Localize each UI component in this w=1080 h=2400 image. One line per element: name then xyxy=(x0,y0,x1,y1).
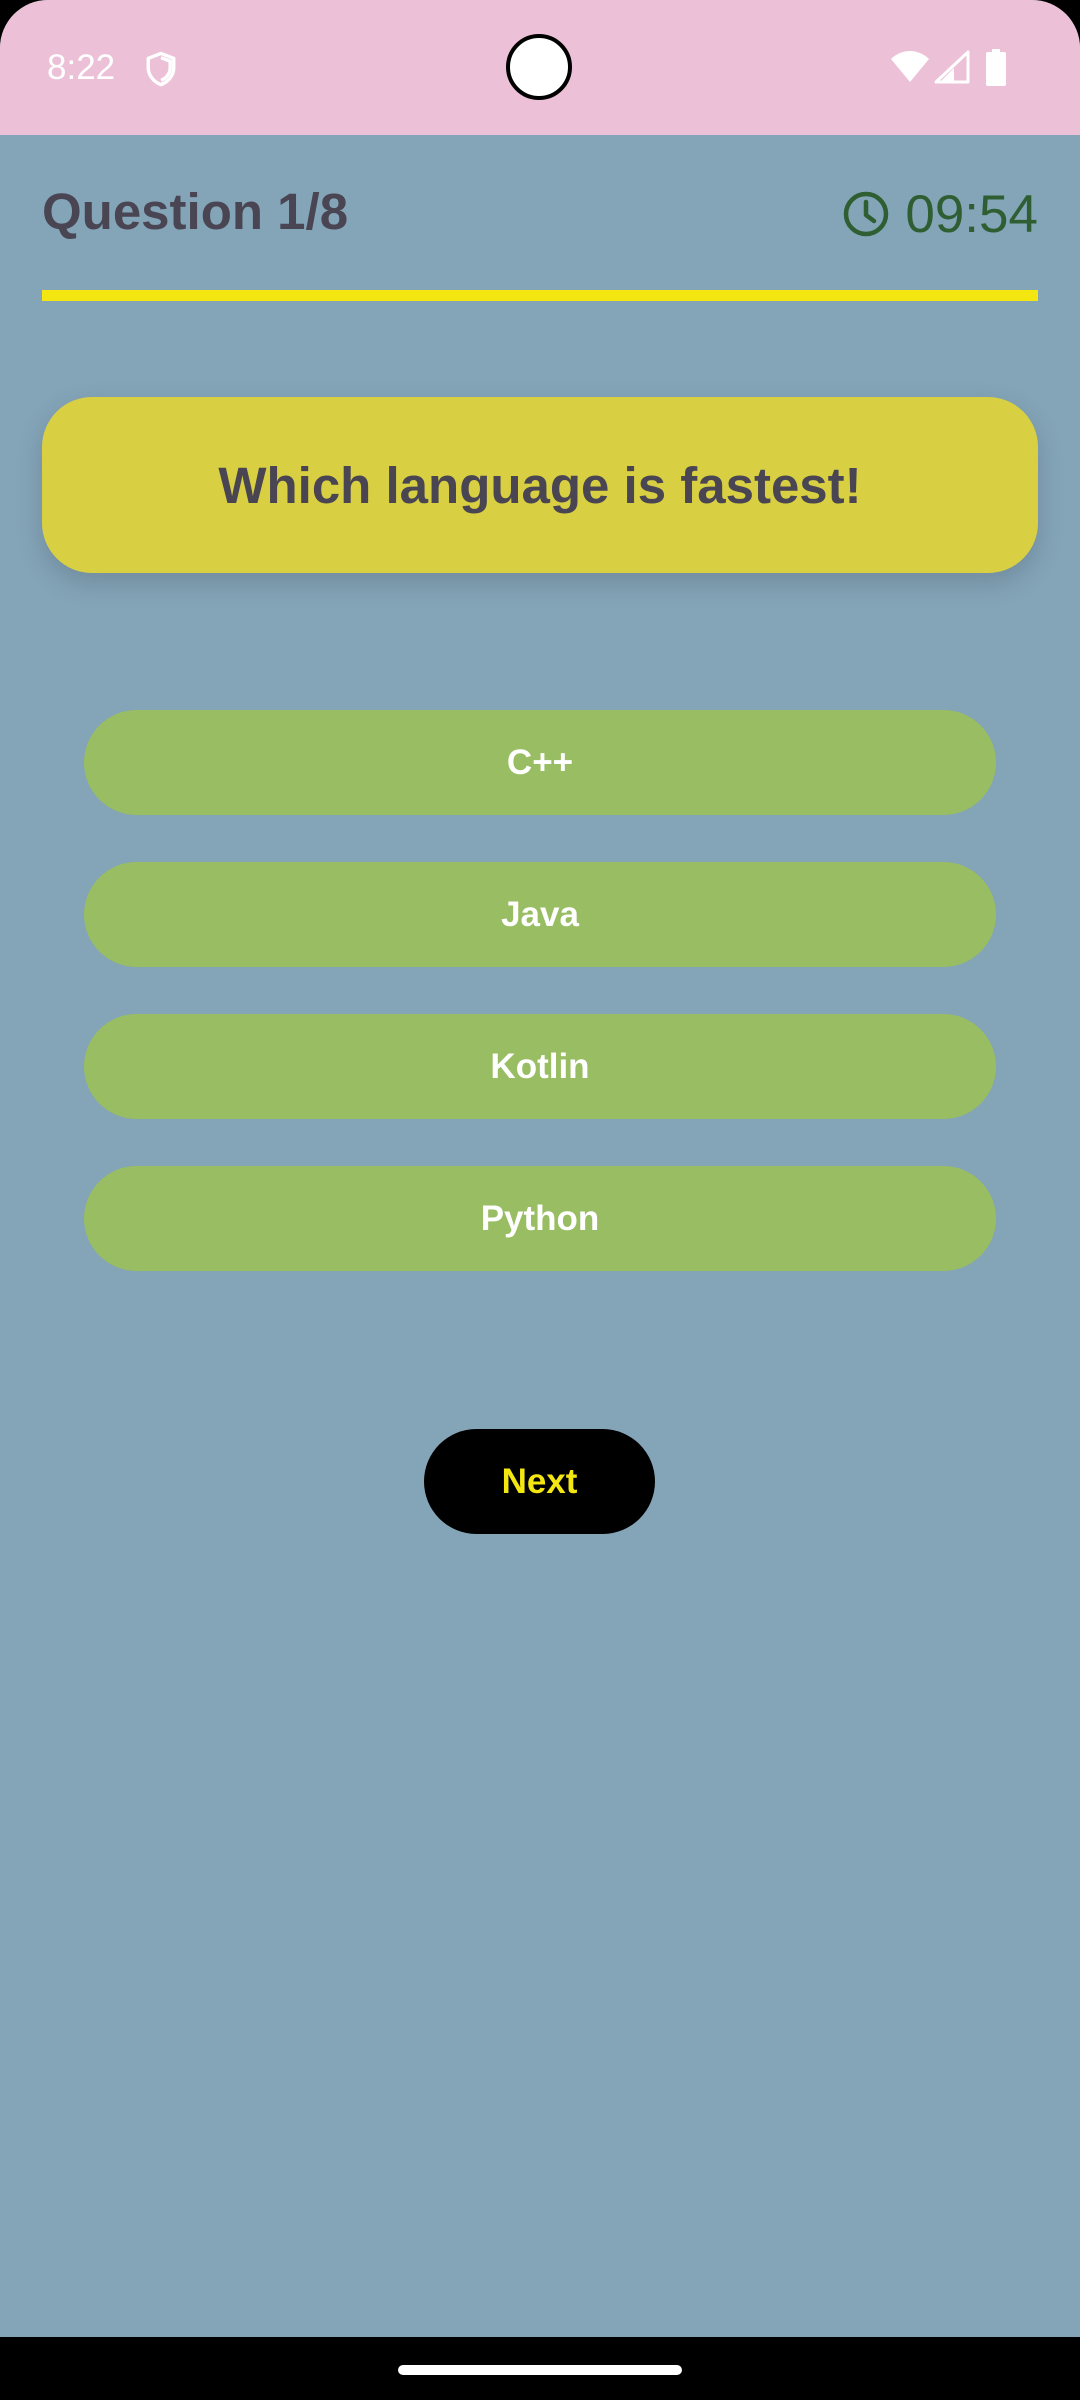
wifi-icon xyxy=(891,51,929,82)
option-button-2[interactable]: Java xyxy=(84,862,996,967)
quiz-screen: 8:22 Question 1/8 09:54 Which language i… xyxy=(0,0,1080,2400)
quiz-timer: 09:54 xyxy=(843,184,1038,244)
home-gesture-handle[interactable] xyxy=(398,2365,682,2375)
timer-text: 09:54 xyxy=(905,184,1038,244)
next-button[interactable]: Next xyxy=(424,1429,655,1534)
signal-icon xyxy=(934,50,970,84)
question-text: Which language is fastest! xyxy=(218,456,862,514)
option-button-4[interactable]: Python xyxy=(84,1166,996,1271)
status-time: 8:22 xyxy=(47,48,116,87)
status-bar: 8:22 xyxy=(0,0,1080,135)
question-card: Which language is fastest! xyxy=(42,397,1038,573)
shield-icon xyxy=(146,51,176,87)
clock-icon xyxy=(844,191,889,237)
progress-fill xyxy=(42,290,1038,301)
progress-bar xyxy=(42,290,1038,301)
question-counter: Question 1/8 xyxy=(42,183,349,240)
option-button-1[interactable]: C++ xyxy=(84,710,996,815)
camera-cutout xyxy=(506,34,572,100)
battery-icon xyxy=(986,49,1006,86)
option-button-3[interactable]: Kotlin xyxy=(84,1014,996,1119)
